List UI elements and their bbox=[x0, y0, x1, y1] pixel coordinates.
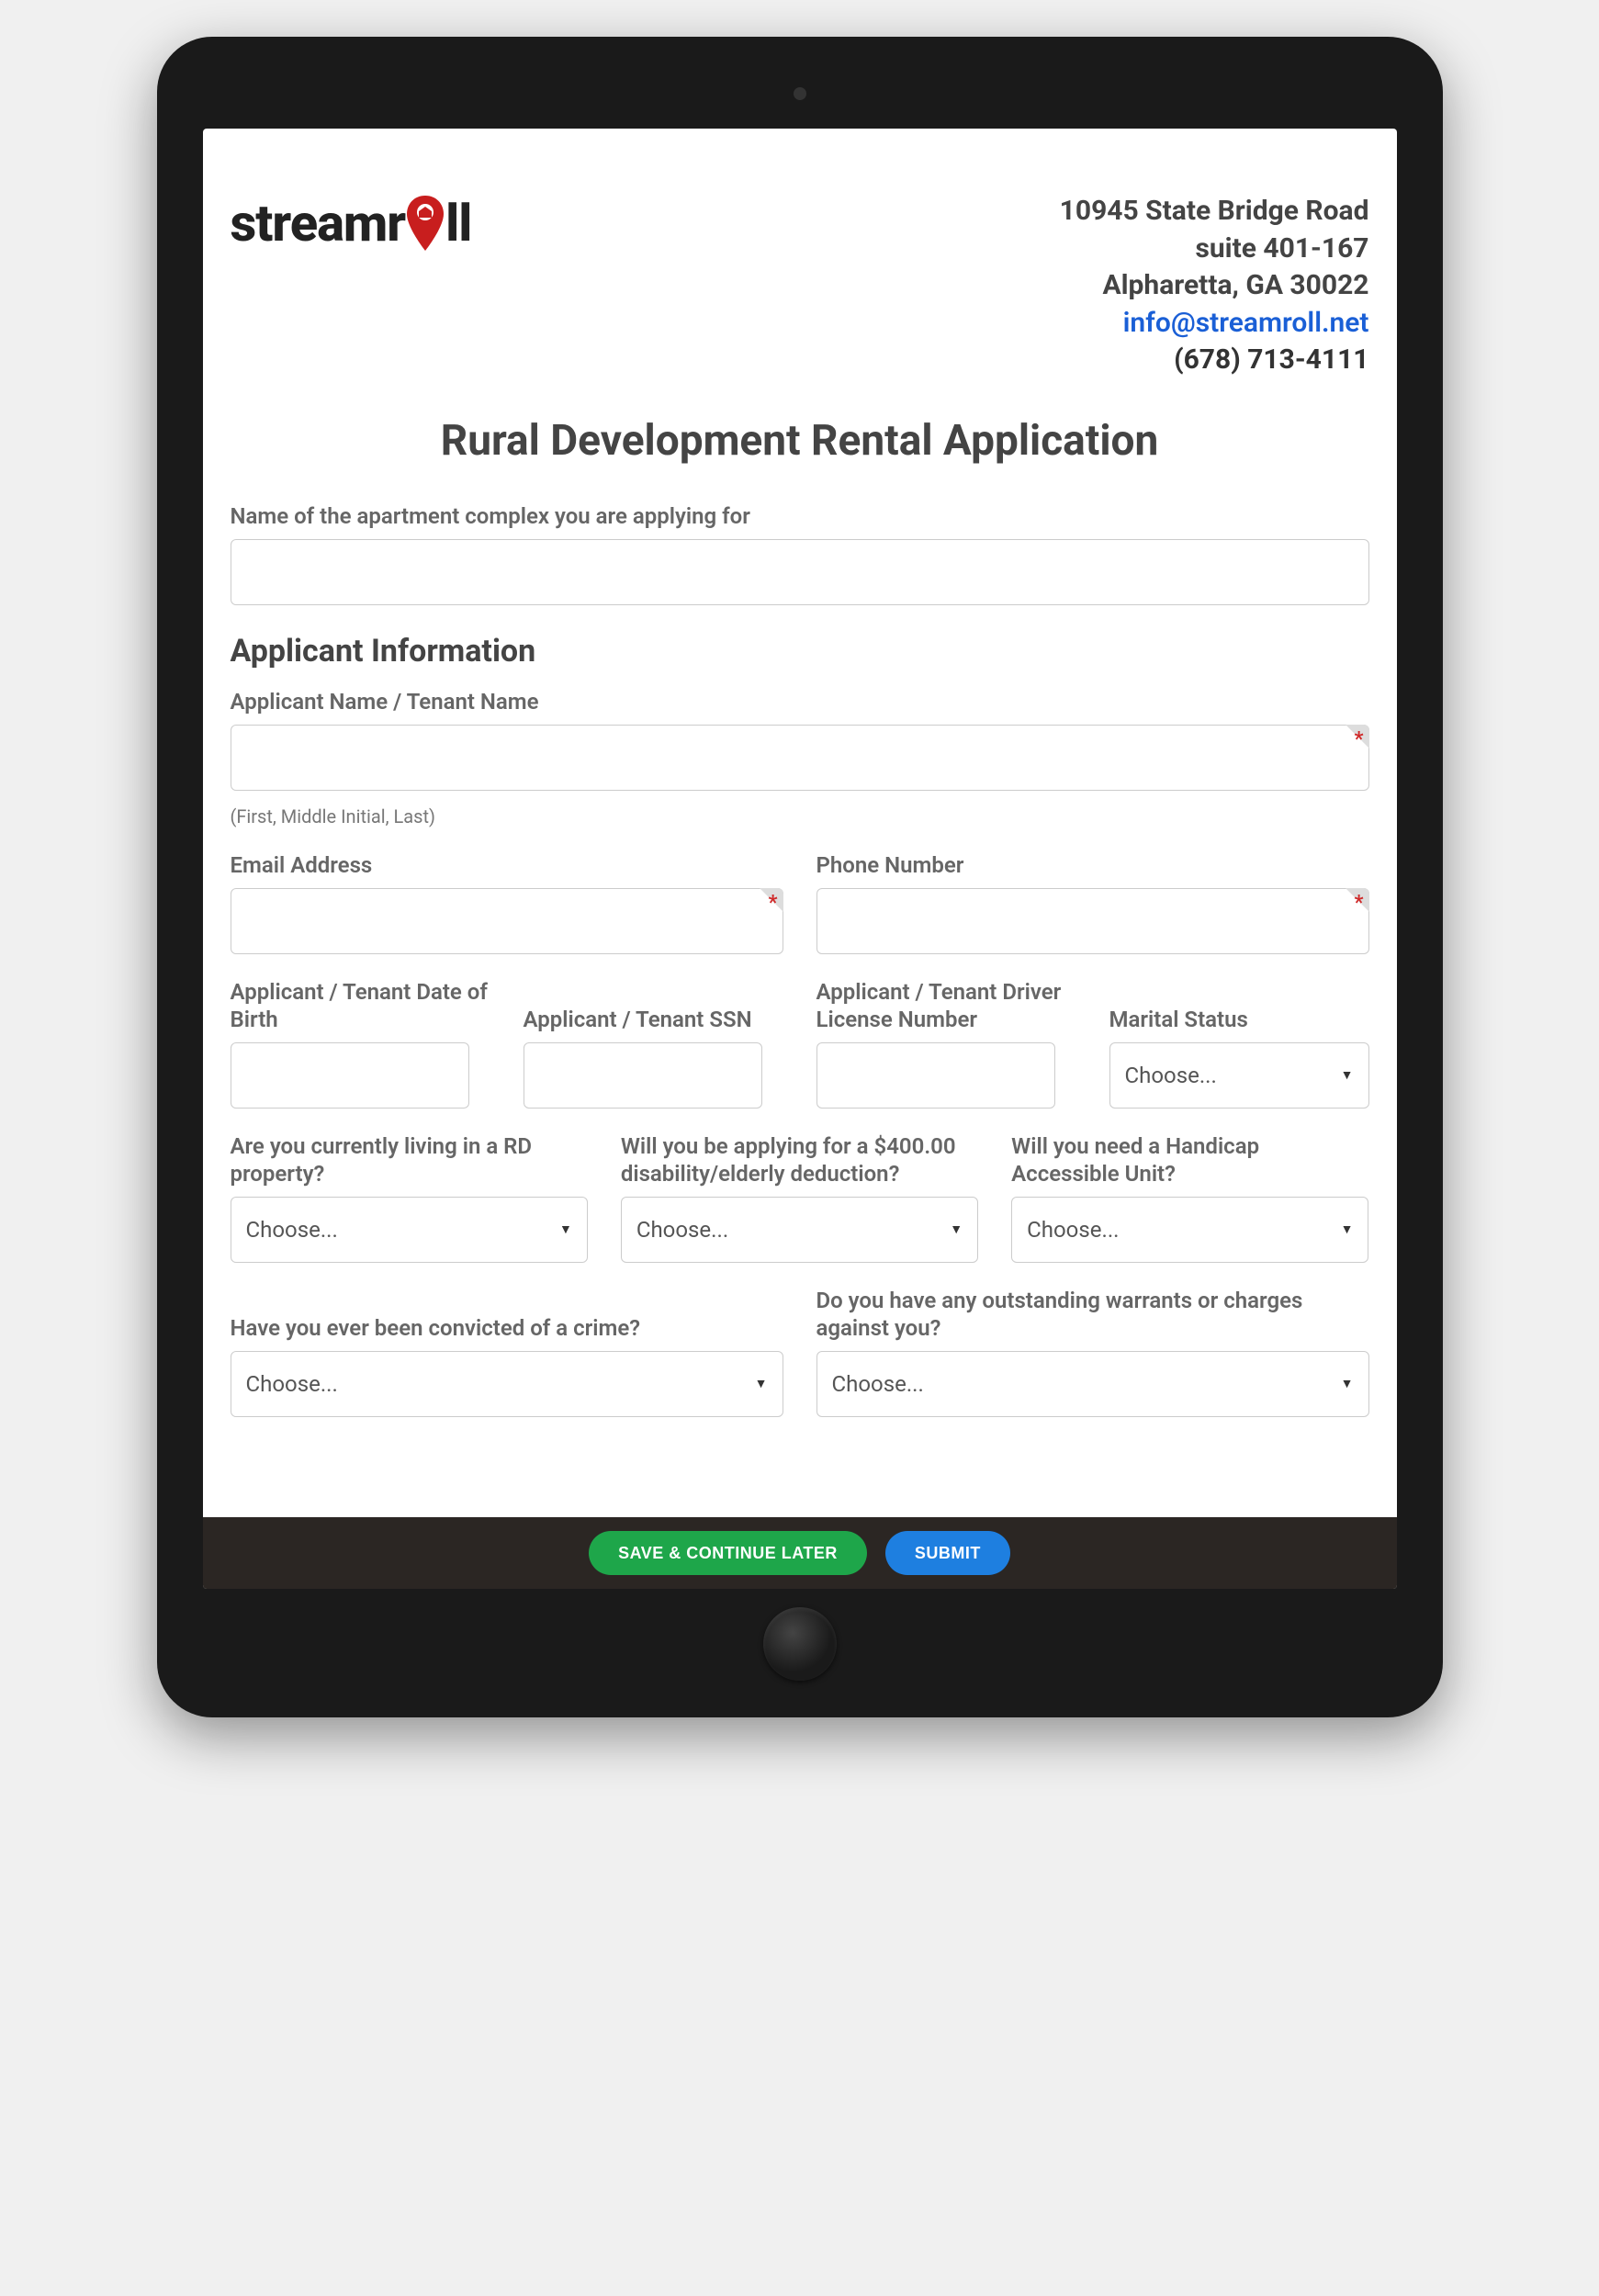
chevron-down-icon: ▼ bbox=[1341, 1376, 1354, 1391]
header: streamr ll 10945 State Bridge Road suite… bbox=[231, 193, 1369, 379]
rd-select[interactable]: Choose... ▼ bbox=[231, 1197, 588, 1263]
chevron-down-icon: ▼ bbox=[559, 1221, 572, 1237]
bottom-bar: SAVE & CONTINUE LATER SUBMIT bbox=[203, 1517, 1397, 1589]
page-title: Rural Development Rental Application bbox=[231, 416, 1369, 466]
email-link[interactable]: info@streamroll.net bbox=[1123, 307, 1369, 339]
marital-label: Marital Status bbox=[1109, 1006, 1369, 1033]
chevron-down-icon: ▼ bbox=[950, 1221, 963, 1237]
save-button[interactable]: SAVE & CONTINUE LATER bbox=[589, 1531, 867, 1575]
handicap-label: Will you need a Handicap Accessible Unit… bbox=[1011, 1132, 1368, 1187]
handicap-value: Choose... bbox=[1027, 1217, 1119, 1243]
address-line2: suite 401-167 bbox=[1060, 231, 1369, 268]
marital-select[interactable]: Choose... ▼ bbox=[1109, 1042, 1369, 1109]
dob-label: Applicant / Tenant Date of Birth bbox=[231, 978, 490, 1033]
logo: streamr ll bbox=[231, 193, 472, 253]
phone-text: (678) 713-4111 bbox=[1060, 342, 1369, 379]
address-line3: Alpharetta, GA 30022 bbox=[1060, 267, 1369, 305]
marital-value: Choose... bbox=[1125, 1063, 1217, 1088]
complex-label: Name of the apartment complex you are ap… bbox=[231, 502, 1369, 530]
dob-input[interactable] bbox=[231, 1042, 469, 1109]
company-address: 10945 State Bridge Road suite 401-167 Al… bbox=[1060, 193, 1369, 379]
ssn-input[interactable] bbox=[524, 1042, 762, 1109]
form-content: streamr ll 10945 State Bridge Road suite… bbox=[203, 129, 1397, 1517]
deduction-label: Will you be applying for a $400.00 disab… bbox=[621, 1132, 978, 1187]
chevron-down-icon: ▼ bbox=[1341, 1221, 1354, 1237]
map-pin-icon bbox=[405, 196, 445, 251]
address-line1: 10945 State Bridge Road bbox=[1060, 193, 1369, 231]
deduction-value: Choose... bbox=[636, 1217, 728, 1243]
warrants-select[interactable]: Choose... ▼ bbox=[816, 1351, 1369, 1417]
email-label: Email Address bbox=[231, 851, 783, 879]
name-label: Applicant Name / Tenant Name bbox=[231, 688, 1369, 715]
phone-label: Phone Number bbox=[816, 851, 1369, 879]
crime-value: Choose... bbox=[246, 1371, 338, 1397]
logo-text-1: streamr bbox=[231, 193, 406, 253]
handicap-select[interactable]: Choose... ▼ bbox=[1011, 1197, 1368, 1263]
logo-text-2: ll bbox=[445, 193, 471, 253]
deduction-select[interactable]: Choose... ▼ bbox=[621, 1197, 978, 1263]
phone-input[interactable] bbox=[816, 888, 1369, 954]
dl-input[interactable] bbox=[816, 1042, 1055, 1109]
screen: streamr ll 10945 State Bridge Road suite… bbox=[203, 129, 1397, 1589]
applicant-section-heading: Applicant Information bbox=[231, 633, 1369, 670]
name-hint: (First, Middle Initial, Last) bbox=[231, 805, 1369, 827]
complex-input[interactable] bbox=[231, 539, 1369, 605]
rd-value: Choose... bbox=[246, 1217, 338, 1243]
name-input[interactable] bbox=[231, 725, 1369, 791]
chevron-down-icon: ▼ bbox=[755, 1376, 768, 1391]
email-input[interactable] bbox=[231, 888, 783, 954]
home-button[interactable] bbox=[763, 1607, 837, 1681]
rd-label: Are you currently living in a RD propert… bbox=[231, 1132, 588, 1187]
warrants-label: Do you have any outstanding warrants or … bbox=[816, 1287, 1369, 1342]
submit-button[interactable]: SUBMIT bbox=[885, 1531, 1010, 1575]
dl-label: Applicant / Tenant Driver License Number bbox=[816, 978, 1076, 1033]
chevron-down-icon: ▼ bbox=[1341, 1067, 1354, 1083]
ssn-label: Applicant / Tenant SSN bbox=[524, 1006, 783, 1033]
crime-select[interactable]: Choose... ▼ bbox=[231, 1351, 783, 1417]
crime-label: Have you ever been convicted of a crime? bbox=[231, 1314, 783, 1342]
tablet-frame: streamr ll 10945 State Bridge Road suite… bbox=[157, 37, 1443, 1717]
warrants-value: Choose... bbox=[832, 1371, 924, 1397]
